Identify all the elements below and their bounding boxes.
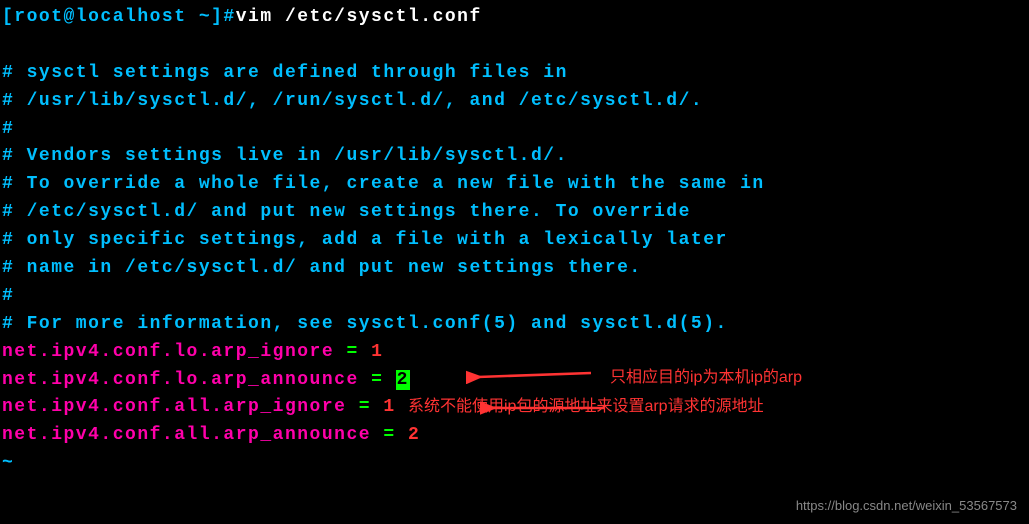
vim-tilde: ~ <box>2 450 1027 478</box>
config-eq: = <box>346 397 383 417</box>
watermark-text: https://blog.csdn.net/weixin_53567573 <box>796 496 1017 516</box>
annotation-text: 只相应目的ip为本机ip的arp <box>610 366 802 391</box>
comment-line: # Vendors settings live in /usr/lib/sysc… <box>2 143 1027 171</box>
comment-line: # /etc/sysctl.d/ and put new settings th… <box>2 199 1027 227</box>
comment-line: # <box>2 116 1027 144</box>
comment-line: # name in /etc/sysctl.d/ and put new set… <box>2 255 1027 283</box>
config-line: net.ipv4.conf.lo.arp_ignore = 1 <box>2 339 1027 367</box>
config-value-cursor: 2 <box>396 370 410 390</box>
config-eq: = <box>334 342 371 362</box>
config-eq: = <box>371 425 408 445</box>
comment-line: # sysctl settings are defined through fi… <box>2 60 1027 88</box>
config-line: net.ipv4.conf.lo.arp_announce = 2 <box>2 367 1027 395</box>
config-value: 1 <box>371 342 383 362</box>
config-value: 1 <box>383 397 395 417</box>
config-line: net.ipv4.conf.all.arp_announce = 2 <box>2 422 1027 450</box>
config-key: net.ipv4.conf.all.arp_announce <box>2 425 371 445</box>
comment-line: # For more information, see sysctl.conf(… <box>2 311 1027 339</box>
config-line: net.ipv4.conf.all.arp_ignore = 1 系统不能使用i… <box>2 394 1027 422</box>
config-eq: = <box>359 370 396 390</box>
comment-line: # To override a whole file, create a new… <box>2 171 1027 199</box>
config-value: 2 <box>408 425 420 445</box>
config-key: net.ipv4.conf.lo.arp_announce <box>2 370 359 390</box>
user-host: [root@localhost ~]# <box>2 7 236 27</box>
blank-line <box>2 32 1027 60</box>
prompt-line: [root@localhost ~]#vim /etc/sysctl.conf <box>2 4 1027 32</box>
config-key: net.ipv4.conf.lo.arp_ignore <box>2 342 334 362</box>
config-key: net.ipv4.conf.all.arp_ignore <box>2 397 346 417</box>
comment-line: # only specific settings, add a file wit… <box>2 227 1027 255</box>
comment-line: # <box>2 283 1027 311</box>
comment-line: # /usr/lib/sysctl.d/, /run/sysctl.d/, an… <box>2 88 1027 116</box>
annotation-text: 系统不能使用ip包的源地址来设置arp请求的源地址 <box>408 398 764 415</box>
terminal-output: [root@localhost ~]#vim /etc/sysctl.conf … <box>2 4 1027 478</box>
command-text: vim /etc/sysctl.conf <box>236 7 482 27</box>
